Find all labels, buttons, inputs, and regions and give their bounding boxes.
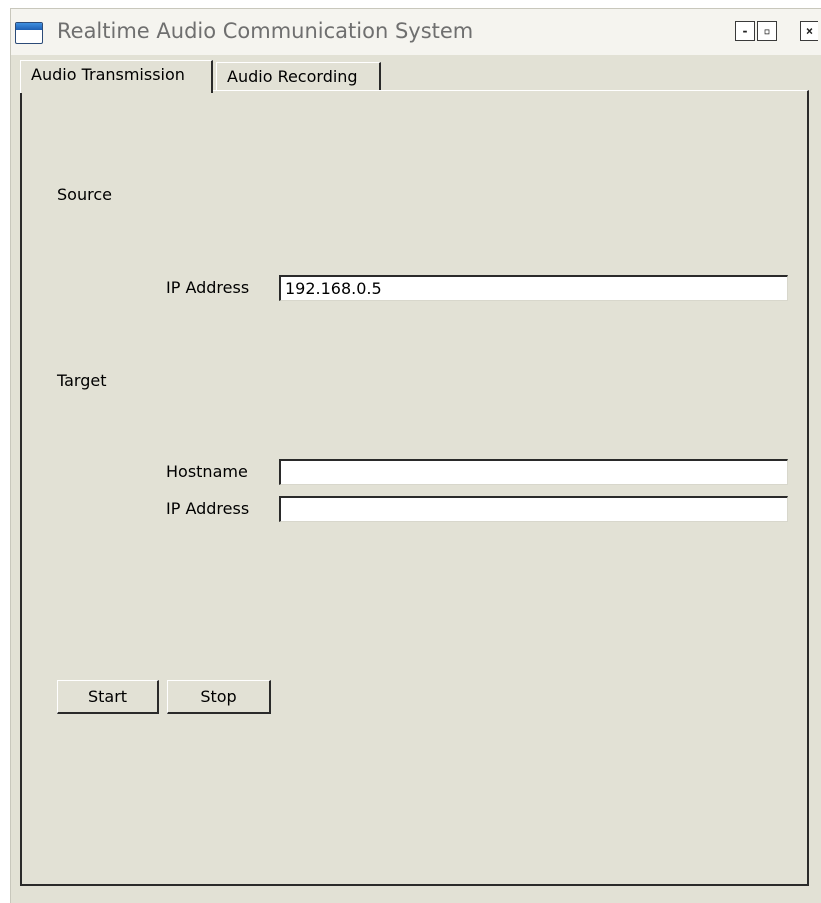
tab-audio-recording[interactable]: Audio Recording bbox=[216, 62, 381, 90]
target-hostname-label: Hostname bbox=[166, 462, 248, 481]
target-ip-label: IP Address bbox=[166, 499, 250, 518]
maximize-button[interactable]: ▫ bbox=[757, 21, 777, 41]
minimize-button[interactable]: - bbox=[735, 21, 755, 41]
start-button[interactable]: Start bbox=[57, 680, 159, 714]
app-window-icon bbox=[15, 22, 43, 44]
target-hostname-input[interactable] bbox=[279, 459, 788, 485]
source-ip-label: IP Address bbox=[166, 278, 250, 297]
source-ip-input[interactable] bbox=[279, 275, 788, 301]
window-title: Realtime Audio Communication System bbox=[57, 19, 474, 43]
stop-button[interactable]: Stop bbox=[167, 680, 271, 714]
target-ip-input[interactable] bbox=[279, 496, 788, 522]
close-button[interactable]: × bbox=[800, 21, 818, 41]
source-section-label: Source bbox=[57, 185, 112, 204]
tab-audio-transmission[interactable]: Audio Transmission bbox=[20, 60, 213, 93]
tab-panel-audio-transmission bbox=[20, 90, 809, 886]
target-section-label: Target bbox=[57, 371, 107, 390]
title-bar[interactable]: Realtime Audio Communication System - ▫ … bbox=[11, 9, 821, 55]
